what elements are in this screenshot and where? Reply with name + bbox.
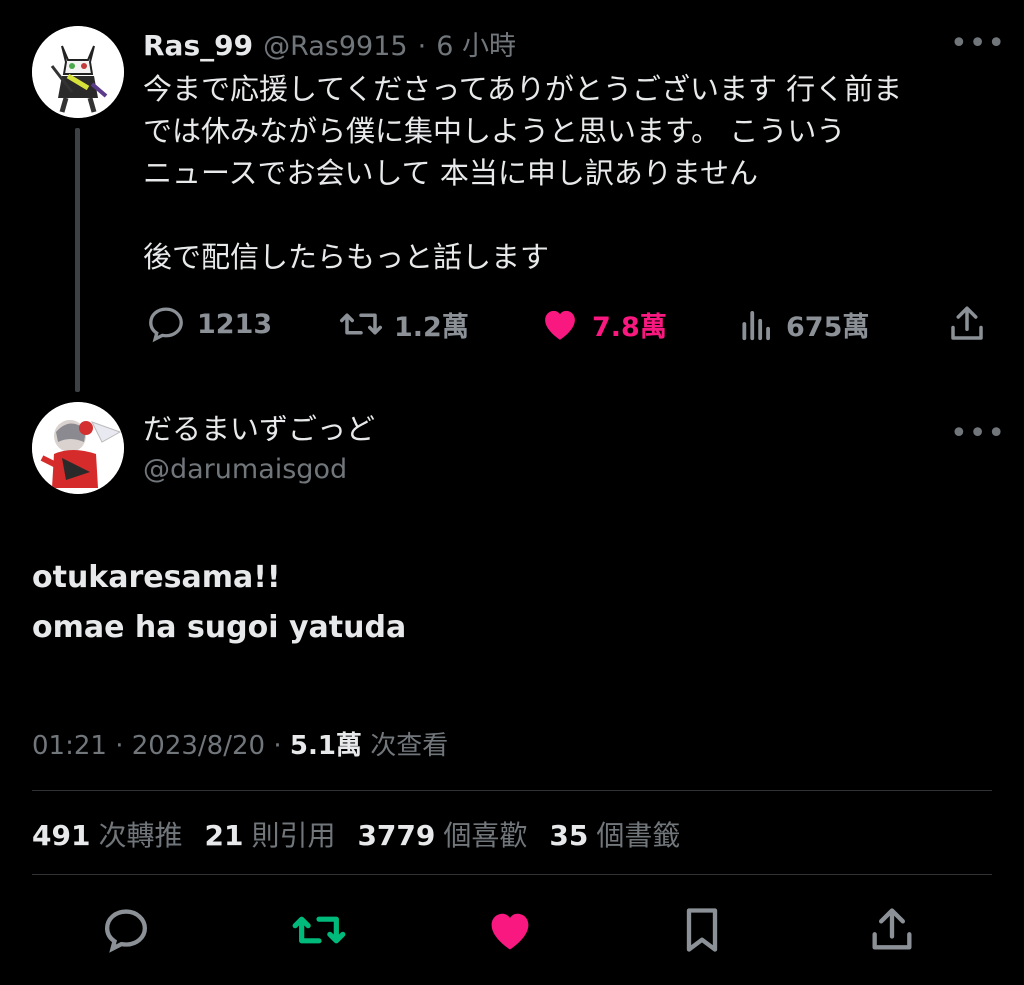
tweet-view-count: 5.1萬 <box>289 731 362 761</box>
tweet-time[interactable]: 01:21 <box>32 731 107 761</box>
quotes-stat-count: 21 <box>204 819 244 852</box>
reply-button[interactable]: 1213 <box>145 303 272 345</box>
share-button-large[interactable] <box>866 904 918 960</box>
like-count: 7.8萬 <box>592 311 667 343</box>
like-button-large[interactable] <box>484 904 536 960</box>
likes-stat-label: 個喜歡 <box>443 819 528 852</box>
share-button[interactable] <box>946 303 988 345</box>
retweet-button-large[interactable] <box>290 904 348 960</box>
quotes-stat-label: 則引用 <box>251 819 336 852</box>
tweet-meta: 01:21 · 2023/8/20 · 5.1萬 次查看 <box>32 725 448 762</box>
darumaisgod-avatar[interactable] <box>32 402 124 494</box>
parent-timestamp[interactable]: 6 小時 <box>436 24 516 63</box>
main-display-name[interactable]: だるまいずごっど <box>143 406 375 448</box>
parent-tweet-text: 今まで応援してくださってありがとうございます 行く前ま では休みながら僕に集中し… <box>143 72 903 274</box>
like-button[interactable]: 7.8萬 <box>538 303 667 345</box>
bookmarks-stat-label: 個書籤 <box>596 819 681 852</box>
bookmark-button[interactable] <box>676 904 728 960</box>
parent-handle[interactable]: @Ras9915 <box>263 31 408 62</box>
reply-button-large[interactable] <box>100 904 152 960</box>
share-icon <box>951 306 983 340</box>
header-separator: · <box>417 31 427 62</box>
divider <box>32 874 992 875</box>
tweet-date[interactable]: 2023/8/20 <box>132 731 265 761</box>
retweets-stat-label: 次轉推 <box>98 819 183 852</box>
retweet-count: 1.2萬 <box>394 311 469 343</box>
parent-display-name[interactable]: Ras_99 <box>143 29 253 62</box>
retweets-stat-count: 491 <box>32 819 91 852</box>
bookmarks-stat-count: 35 <box>549 819 589 852</box>
bookmark-icon <box>686 908 718 952</box>
likes-stat[interactable]: 3779 個喜歡 <box>357 814 527 854</box>
heart-icon <box>491 913 529 950</box>
divider <box>32 790 992 791</box>
engagement-stats: 491 次轉推 21 則引用 3779 個喜歡 35 個書籤 <box>32 814 680 854</box>
retweet-icon <box>340 313 382 335</box>
meta-separator: · <box>273 731 282 761</box>
ras99-avatar[interactable] <box>32 26 124 118</box>
reply-count: 1213 <box>197 308 273 340</box>
views-button[interactable]: 675萬 <box>738 303 869 345</box>
main-tweet-text-line1: otukaresama!! <box>32 560 281 595</box>
share-icon <box>872 908 912 950</box>
retweet-icon <box>292 916 346 944</box>
bookmarks-stat[interactable]: 35 個書籤 <box>549 814 680 854</box>
retweet-button[interactable]: 1.2萬 <box>338 303 469 345</box>
heart-icon <box>545 310 575 340</box>
main-tweet-text-line2: omae ha sugoi yatuda <box>32 610 407 645</box>
tweet-view-label: 次查看 <box>370 731 449 761</box>
parent-tweet-header: Ras_99 @Ras9915 · 6 小時 <box>143 24 516 63</box>
more-icon[interactable]: ••• <box>950 419 1006 449</box>
retweets-stat[interactable]: 491 次轉推 <box>32 814 182 854</box>
views-count: 675萬 <box>786 311 870 343</box>
cat-character-avatar-image <box>32 26 124 118</box>
likes-stat-count: 3779 <box>357 819 436 852</box>
reply-icon <box>149 307 183 343</box>
quotes-stat[interactable]: 21 則引用 <box>204 814 335 854</box>
reply-icon <box>104 909 148 953</box>
meta-separator: · <box>115 731 124 761</box>
main-handle[interactable]: @darumaisgod <box>143 454 347 485</box>
character-avatar-image <box>32 402 124 494</box>
thread-connector-line <box>75 128 80 392</box>
views-icon <box>742 311 770 341</box>
more-icon[interactable]: ••• <box>950 29 1006 59</box>
